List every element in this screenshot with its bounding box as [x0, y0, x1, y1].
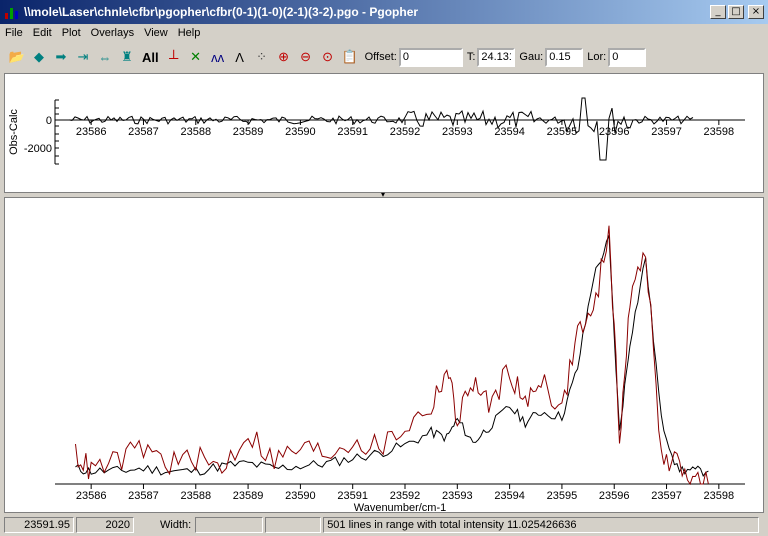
- close-button[interactable]: ×: [748, 5, 764, 19]
- overlay-icon[interactable]: ʌʌ: [207, 46, 229, 68]
- residual-y-label: Obs-Calc: [8, 109, 20, 155]
- spectrum-x-tick-label: 23591: [337, 490, 368, 502]
- line-profile-icon[interactable]: Λ: [229, 46, 251, 68]
- gau-label: Gau:: [519, 51, 544, 63]
- menu-view[interactable]: View: [139, 27, 173, 39]
- status-blank: [265, 517, 322, 533]
- status-message: 501 lines in range with total intensity …: [323, 517, 760, 533]
- spectrum-x-tick-label: 23593: [442, 490, 473, 502]
- toolbar: 📂◆➡⇥⇔♜ All 𝍥✕ʌʌΛ⁘⊕⊖⊙📋 Offset: T: Gau: Lo…: [0, 43, 768, 71]
- zoom-fit-icon[interactable]: ⊙: [317, 46, 339, 68]
- spectrum-x-tick-label: 23590: [285, 490, 316, 502]
- t-label: T:: [466, 51, 476, 63]
- simulated-spectrum-line: [75, 235, 709, 477]
- temperature-input[interactable]: [477, 47, 516, 67]
- expand-icon[interactable]: ⇔: [94, 46, 116, 68]
- spectrum-x-tick-label: 23589: [233, 490, 264, 502]
- cross-icon[interactable]: ✕: [185, 46, 207, 68]
- stick-spectrum-icon[interactable]: 𝍥: [163, 46, 185, 68]
- residual-x-tick-label: 23590: [285, 126, 316, 138]
- spectrum-x-tick-label: 23598: [704, 490, 735, 502]
- clipboard-icon[interactable]: 📋: [339, 46, 361, 68]
- menu-help[interactable]: Help: [173, 27, 206, 39]
- residual-plot-panel[interactable]: Obs-Calc 0 -2000 23586 23587 23588 23589 23590 2…: [4, 73, 764, 193]
- spectrum-x-tick-label: 23588: [180, 490, 211, 502]
- residual-x-tick-label: 23591: [337, 126, 368, 138]
- residual-x-tick-label: 23597: [651, 126, 682, 138]
- spectrum-x-tick-label: 23596: [599, 490, 630, 502]
- zoom-in-icon[interactable]: ⊕: [273, 46, 295, 68]
- minimize-button[interactable]: _: [710, 5, 726, 19]
- menu-edit[interactable]: Edit: [28, 27, 57, 39]
- maximize-button[interactable]: □: [728, 5, 744, 19]
- offset-label: Offset:: [364, 51, 397, 63]
- gaussian-width-input[interactable]: [545, 47, 584, 67]
- offset-input[interactable]: [398, 47, 463, 67]
- lorentzian-width-input[interactable]: [608, 47, 647, 67]
- residual-x-tick-label: 23598: [704, 126, 735, 138]
- arrow-left-icon[interactable]: ◆: [28, 46, 50, 68]
- shrink-icon[interactable]: ⇥: [72, 46, 94, 68]
- menu-file[interactable]: File: [0, 27, 28, 39]
- residual-x-tick-label: 23595: [547, 126, 578, 138]
- spectrum-x-tick-label: 23586: [76, 490, 107, 502]
- residual-x-tick-label: 23592: [390, 126, 421, 138]
- residual-x-tick-label: 23588: [180, 126, 211, 138]
- app-icon: [4, 4, 20, 20]
- residual-plot: Obs-Calc 0 -2000 23586 23587 23588 23589 23590 2…: [8, 97, 745, 165]
- residual-x-tick-label: 23587: [128, 126, 159, 138]
- zoom-out-icon[interactable]: ⊖: [295, 46, 317, 68]
- menu-plot[interactable]: Plot: [57, 27, 86, 39]
- status-width-label: Width:: [160, 519, 192, 531]
- status-count: 2020: [76, 517, 134, 533]
- arrow-right-icon[interactable]: ➡: [50, 46, 72, 68]
- spectrum-x-label: Wavenumber/cm-1: [354, 502, 447, 512]
- residual-x-tick-label: 23586: [76, 126, 107, 138]
- residual-y-tick-label: 0: [46, 115, 52, 127]
- scatter-icon[interactable]: ⁘: [251, 46, 273, 68]
- status-bar: 23591.95 2020 Width: 501 lines in range …: [0, 514, 768, 536]
- residual-y-tick-label: -2000: [24, 143, 52, 155]
- spectrum-x-tick-label: 23595: [547, 490, 578, 502]
- title-bar[interactable]: \\mole\Laser\chnle\cfbr\pgopher\cfbr(0-1…: [0, 0, 768, 24]
- residual-x-tick-label: 23589: [233, 126, 264, 138]
- status-width-value: [195, 517, 264, 533]
- spectrum-x-tick-label: 23587: [128, 490, 159, 502]
- status-position: 23591.95: [4, 517, 74, 533]
- lor-label: Lor:: [587, 51, 607, 63]
- spectrum-plot-panel[interactable]: 23586 23587 23588 23589 23590 23591 23592 23593…: [4, 197, 764, 514]
- menu-bar: File Edit Plot Overlays View Help: [0, 24, 768, 42]
- window-title: \\mole\Laser\chnle\cfbr\pgopher\cfbr(0-1…: [24, 5, 419, 19]
- menu-overlays[interactable]: Overlays: [86, 27, 139, 39]
- residual-x-tick-label: 23593: [442, 126, 473, 138]
- spectrum-x-tick-label: 23592: [390, 490, 421, 502]
- peak-find-icon[interactable]: ♜: [116, 46, 138, 68]
- residual-x-tick-label: 23594: [494, 126, 525, 138]
- spectrum-x-tick-label: 23594: [494, 490, 525, 502]
- all-button[interactable]: All: [142, 50, 159, 65]
- open-icon[interactable]: 📂: [6, 46, 28, 68]
- spectrum-x-tick-label: 23597: [651, 490, 682, 502]
- spectrum-plot: 23586 23587 23588 23589 23590 23591 23592 23593…: [55, 225, 745, 514]
- observed-spectrum-line: [75, 225, 709, 486]
